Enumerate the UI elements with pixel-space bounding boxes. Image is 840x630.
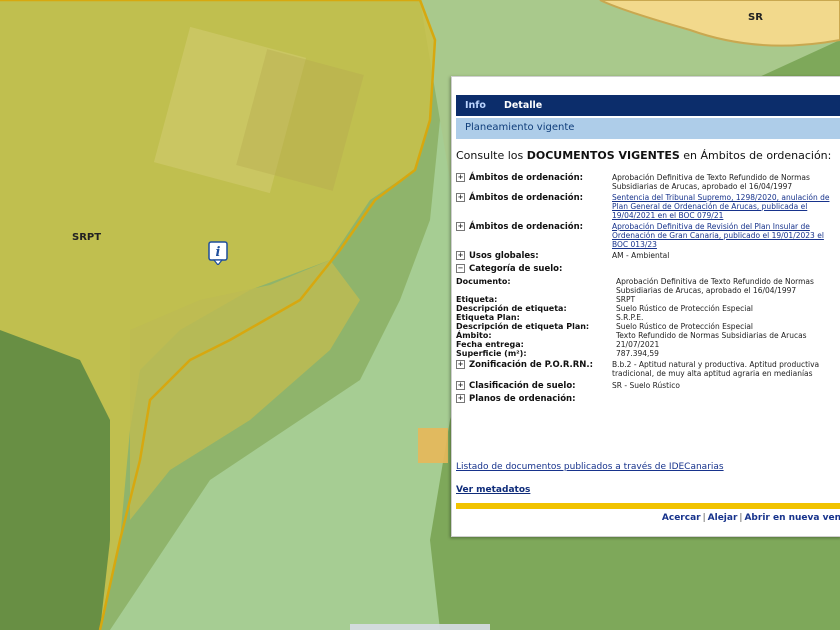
expand-icon[interactable]: + bbox=[456, 193, 465, 202]
row-clasificacion[interactable]: + Clasificación de suelo: SR - Suelo Rúst… bbox=[456, 381, 840, 391]
collapse-icon[interactable]: − bbox=[456, 264, 465, 273]
detail-ambito: Ámbito: Texto Refundido de Normas Subsidi… bbox=[456, 331, 807, 340]
row-planos[interactable]: + Planos de ordenación: bbox=[456, 394, 840, 404]
open-new-window-link[interactable]: Abrir en nueva ven bbox=[744, 513, 840, 523]
detail-etiqueta-plan: Etiqueta Plan: S.R.P.E. bbox=[456, 313, 644, 322]
info-marker-letter: i bbox=[216, 245, 221, 260]
expand-icon[interactable]: + bbox=[456, 251, 465, 260]
expand-icon[interactable]: + bbox=[456, 222, 465, 231]
map-label-srpt: SRPT bbox=[72, 232, 102, 243]
row-value: AM - Ambiental bbox=[612, 251, 670, 260]
row-categoria-suelo[interactable]: − Categoría de suelo: bbox=[456, 264, 840, 274]
row-zonificacion[interactable]: + Zonificación de P.O.R.RN.: B.b.2 - Apti… bbox=[456, 360, 840, 378]
row-value: B.b.2 - Aptitud natural y productiva. Ap… bbox=[612, 360, 820, 378]
detail-superficie: Superficie (m²): 787.394,59 bbox=[456, 349, 659, 358]
detail-fecha-entrega: Fecha entrega: 21/07/2021 bbox=[456, 340, 660, 349]
map-label-sr: SR bbox=[748, 12, 763, 23]
detail-descripcion-etiqueta: Descripción de etiqueta: Suelo Rústico de… bbox=[456, 304, 754, 313]
row-ambitos-3[interactable]: + Ámbitos de ordenación: Aprobación Defin… bbox=[456, 222, 840, 249]
row-value bbox=[612, 264, 840, 274]
info-panel: Info Detalle Planeamiento vigente Consul… bbox=[451, 76, 840, 537]
expand-icon[interactable]: + bbox=[456, 360, 465, 369]
intro-text: Consulte los DOCUMENTOS VIGENTES en Ámbi… bbox=[456, 149, 832, 162]
row-value bbox=[612, 394, 840, 404]
zoom-out-link[interactable]: Alejar bbox=[708, 513, 738, 523]
detail-descripcion-etiqueta-plan: Descripción de etiqueta Plan: Suelo Rústi… bbox=[456, 322, 754, 331]
metadata-link[interactable]: Ver metadatos bbox=[456, 485, 530, 495]
row-value: SR - Suelo Rústico bbox=[612, 381, 680, 390]
row-value-link[interactable]: Aprobación Definitiva de Revisión del Pl… bbox=[612, 222, 840, 249]
expand-icon[interactable]: + bbox=[456, 381, 465, 390]
yellow-bar bbox=[456, 503, 840, 509]
bottom-links: Acercar | Alejar | Abrir en nueva ven bbox=[661, 513, 840, 523]
row-ambitos-1[interactable]: + Ámbitos de ordenación: Aprobación Defin… bbox=[456, 173, 840, 191]
info-marker-icon[interactable]: i bbox=[208, 241, 228, 265]
row-value: Aprobación Definitiva de Texto Refundido… bbox=[612, 173, 810, 191]
detail-documento: Documento: Aprobación Definitiva de Texto… bbox=[456, 277, 814, 295]
row-value-link[interactable]: Sentencia del Tribunal Supremo, 1298/202… bbox=[612, 193, 840, 220]
tab-info[interactable]: Info bbox=[456, 100, 495, 111]
row-ambitos-2[interactable]: + Ámbitos de ordenación: Sentencia del Tr… bbox=[456, 193, 840, 220]
tab-detalle[interactable]: Detalle bbox=[495, 100, 551, 111]
expand-icon[interactable]: + bbox=[456, 173, 465, 182]
docs-link[interactable]: Listado de documentos publicados a travé… bbox=[456, 462, 724, 472]
zoom-in-link[interactable]: Acercar bbox=[662, 513, 701, 523]
attribute-rows: + Ámbitos de ordenación: Aprobación Defin… bbox=[456, 173, 840, 404]
expand-icon[interactable]: + bbox=[456, 394, 465, 403]
detail-etiqueta: Etiqueta: SRPT bbox=[456, 295, 636, 304]
row-usos-globales[interactable]: + Usos globales: AM - Ambiental bbox=[456, 251, 840, 261]
section-title: Planeamiento vigente bbox=[456, 118, 840, 139]
panel-tabs: Info Detalle bbox=[456, 95, 840, 116]
